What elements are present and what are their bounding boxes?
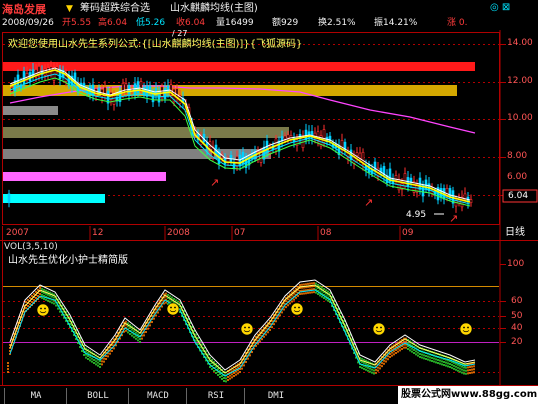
smiley-icon [240,322,254,336]
quote-volume: 量16499 [216,18,254,28]
current-price-label: 6.04 [508,191,529,201]
low-price-label: 4.95 [406,210,427,220]
stock-name[interactable]: 海岛发展 [2,4,46,15]
screener-name: 筹码超跌综合选 [80,3,150,14]
candle-body [283,135,287,140]
indicator-title: 山水麒麟均线(主图) [170,3,258,14]
window-control-icons[interactable]: ◎ ⊠ [490,3,510,13]
quote-amplitude: 振14.21% [374,18,418,28]
smiley-icon [372,322,386,336]
title-bar: 海岛发展 ▼ 筹码超跌综合选 山水麒麟均线(主图) ◎ ⊠ 2008/09/26… [0,0,538,30]
welcome-banner: 欢迎您使用山水先生系列公式:{[山水麒麟均线(主图)]}{飞狐源码} [8,39,303,50]
stock-chart-window: 海岛发展 ▼ 筹码超跌综合选 山水麒麟均线(主图) ◎ ⊠ 2008/09/26… [0,0,538,404]
price-tick: 6.00 [507,172,528,182]
tab-dmi[interactable]: DMI [244,388,307,404]
quote-low: 低5.26 [136,18,166,28]
price-tick: 14.00 [507,38,533,48]
indicator-frame [3,264,506,373]
time-tick: 2007 [6,228,29,238]
smiley-icon [166,302,180,316]
quote-turnover: 换2.51% [318,18,356,28]
quote-amount: 额929 [272,18,299,28]
quote-close: 收6.04 [176,18,206,28]
buy-arrow-icon: ↗ [210,176,219,189]
time-tick: 08 [320,228,332,238]
chip-bar-olive [3,127,289,138]
oscillator-bars [7,282,475,384]
time-tick: 12 [92,228,104,238]
osc-tick: 100 [507,259,525,269]
chip-bar-red [3,62,475,71]
watermark-text: 股票公式网www.88gg.com [401,389,538,400]
price-tick: 12.00 [507,76,533,86]
buy-arrow-icon: ↗ [364,196,373,209]
tab-boll[interactable]: BOLL [66,388,129,404]
candle-body [166,85,170,93]
bar-marker-label: / 27 [172,29,188,38]
candle-body [235,156,239,167]
quote-high: 高6.04 [98,18,128,28]
period-selector[interactable]: 日线 [505,228,525,238]
smiley-icon [290,302,304,316]
candle-body [469,199,473,204]
osc-tick: 50 [511,311,523,321]
watermark-box: 股票公式网www.88gg.com [398,386,538,404]
chip-bar-pink [3,172,166,181]
osc-tick: 60 [511,296,523,306]
sub-chart-title: 山水先生优化小护士精简版 [8,255,128,266]
tab-ma[interactable]: MA [4,388,67,404]
chip-bar-grey-1 [3,106,58,115]
quote-open: 开5.55 [62,18,92,28]
osc-tick: 20 [511,337,523,347]
osc-tick: 40 [511,323,523,333]
tab-rsi[interactable]: RSI [186,388,245,404]
candle-body [295,139,299,146]
smiley-icon [36,303,50,317]
time-tick: 09 [402,228,414,238]
sub-chart-header[interactable]: VOL(3,5,10) [4,243,58,252]
time-tick: 2008 [167,228,190,238]
candle-body [7,193,11,203]
dropdown-arrow-icon[interactable]: ▼ [66,5,73,14]
chip-bar-cyan [3,194,105,203]
price-tick: 10.00 [507,113,533,123]
candle-body [355,152,359,156]
candle-body [112,95,116,105]
quote-date: 2008/09/26 [2,18,54,28]
candle-body [286,134,290,139]
price-tick: 8.00 [507,151,528,161]
tab-macd[interactable]: MACD [128,388,187,404]
quote-change: 涨 0. [447,18,468,28]
time-tick: 07 [234,228,246,238]
buy-arrow-icon: ↗ [449,212,458,225]
smiley-icon [459,322,473,336]
chart-canvas[interactable]: ↗ ↗ ↗ [0,30,538,404]
